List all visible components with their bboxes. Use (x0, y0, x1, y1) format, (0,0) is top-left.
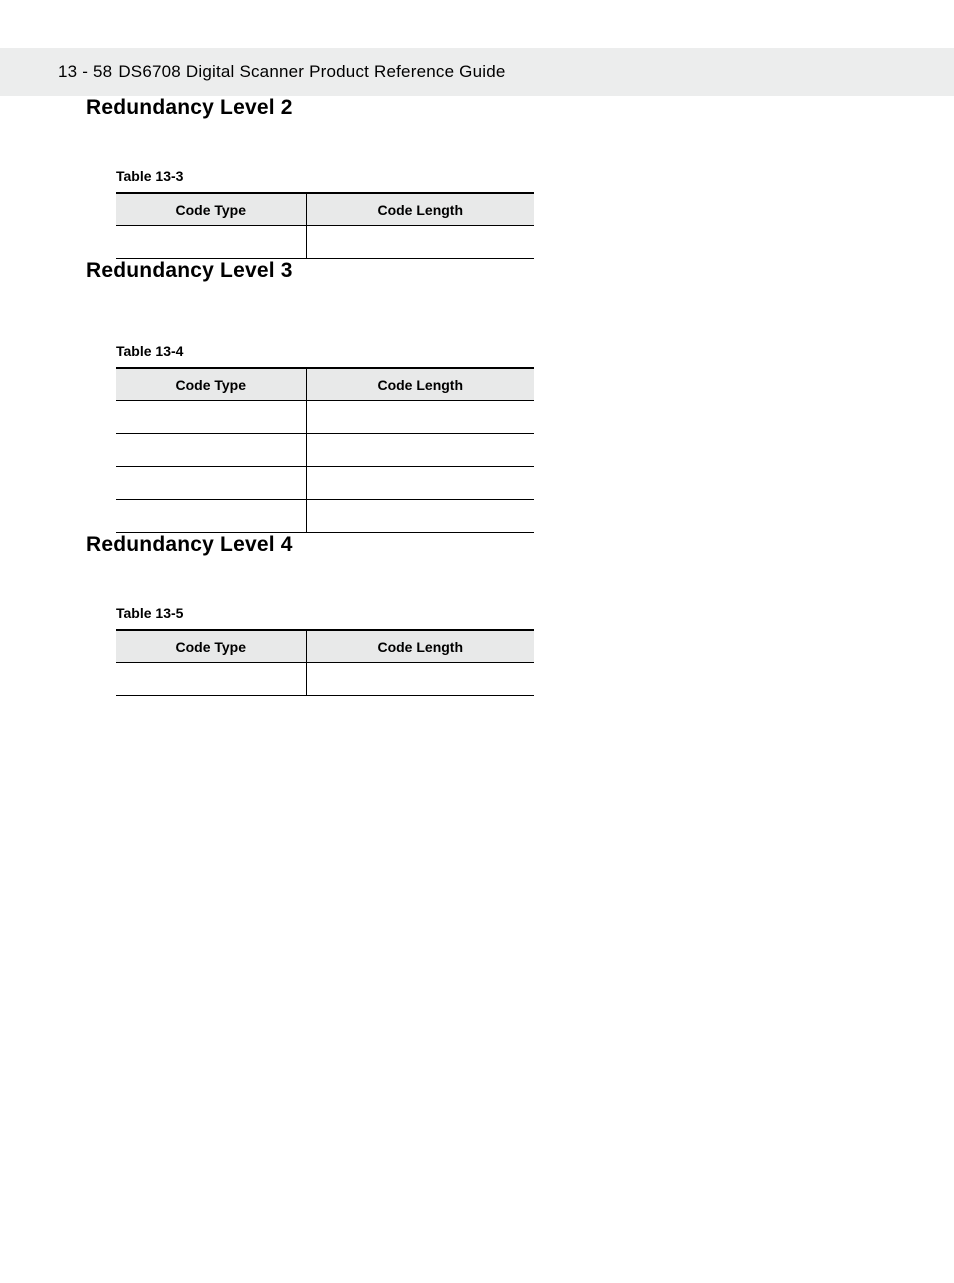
table-cell (306, 226, 534, 259)
table-caption: Table 13-5 (116, 605, 954, 621)
table-block: Table 13-4 Code Type Code Length (116, 343, 954, 533)
table-cell (116, 226, 306, 259)
table-header-cell: Code Type (116, 368, 306, 401)
table-cell (306, 500, 534, 533)
table-row (116, 500, 534, 533)
table-cell (306, 401, 534, 434)
table-cell (116, 663, 306, 696)
table: Code Type Code Length (116, 629, 534, 696)
table-header-row: Code Type Code Length (116, 630, 534, 663)
page-content: Redundancy Level 2 Table 13-3 Code Type … (0, 96, 954, 696)
table-cell (116, 401, 306, 434)
table-header-cell: Code Length (306, 630, 534, 663)
table-header-row: Code Type Code Length (116, 368, 534, 401)
section-heading: Redundancy Level 3 (86, 259, 954, 283)
table-cell (306, 467, 534, 500)
section-heading: Redundancy Level 4 (86, 533, 954, 557)
table-cell (116, 467, 306, 500)
table-row (116, 434, 534, 467)
section-heading: Redundancy Level 2 (86, 96, 954, 120)
table-cell (306, 663, 534, 696)
page: 13 - 58 DS6708 Digital Scanner Product R… (0, 48, 954, 1283)
table-row (116, 401, 534, 434)
table: Code Type Code Length (116, 367, 534, 533)
table-header-cell: Code Type (116, 630, 306, 663)
table-row (116, 663, 534, 696)
table-block: Table 13-3 Code Type Code Length (116, 168, 954, 259)
table-block: Table 13-5 Code Type Code Length (116, 605, 954, 696)
table-header-row: Code Type Code Length (116, 193, 534, 226)
table-row (116, 226, 534, 259)
page-number: 13 - 58 (58, 62, 112, 82)
table-cell (116, 434, 306, 467)
table-cell (116, 500, 306, 533)
page-header: 13 - 58 DS6708 Digital Scanner Product R… (0, 48, 954, 96)
table-row (116, 467, 534, 500)
table-header-cell: Code Length (306, 193, 534, 226)
table-header-cell: Code Length (306, 368, 534, 401)
table-header-cell: Code Type (116, 193, 306, 226)
table: Code Type Code Length (116, 192, 534, 259)
table-caption: Table 13-4 (116, 343, 954, 359)
table-caption: Table 13-3 (116, 168, 954, 184)
table-cell (306, 434, 534, 467)
document-title: DS6708 Digital Scanner Product Reference… (118, 62, 505, 82)
